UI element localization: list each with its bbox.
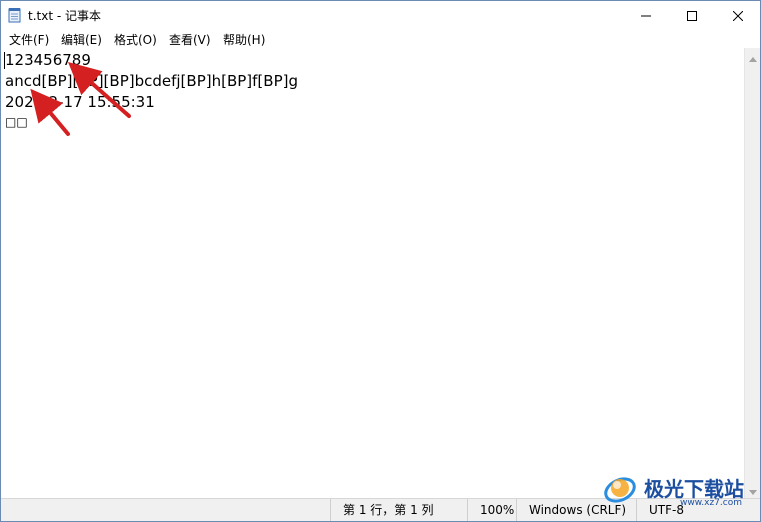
watermark-url: www.xz7.com (680, 498, 742, 508)
annotation-arrows (30, 62, 131, 136)
annotation-arrow (68, 62, 131, 118)
watermark: 极光下载站 www.xz7.com (600, 468, 760, 508)
watermark-logo-icon (602, 470, 638, 510)
annotation-arrow (30, 88, 70, 136)
